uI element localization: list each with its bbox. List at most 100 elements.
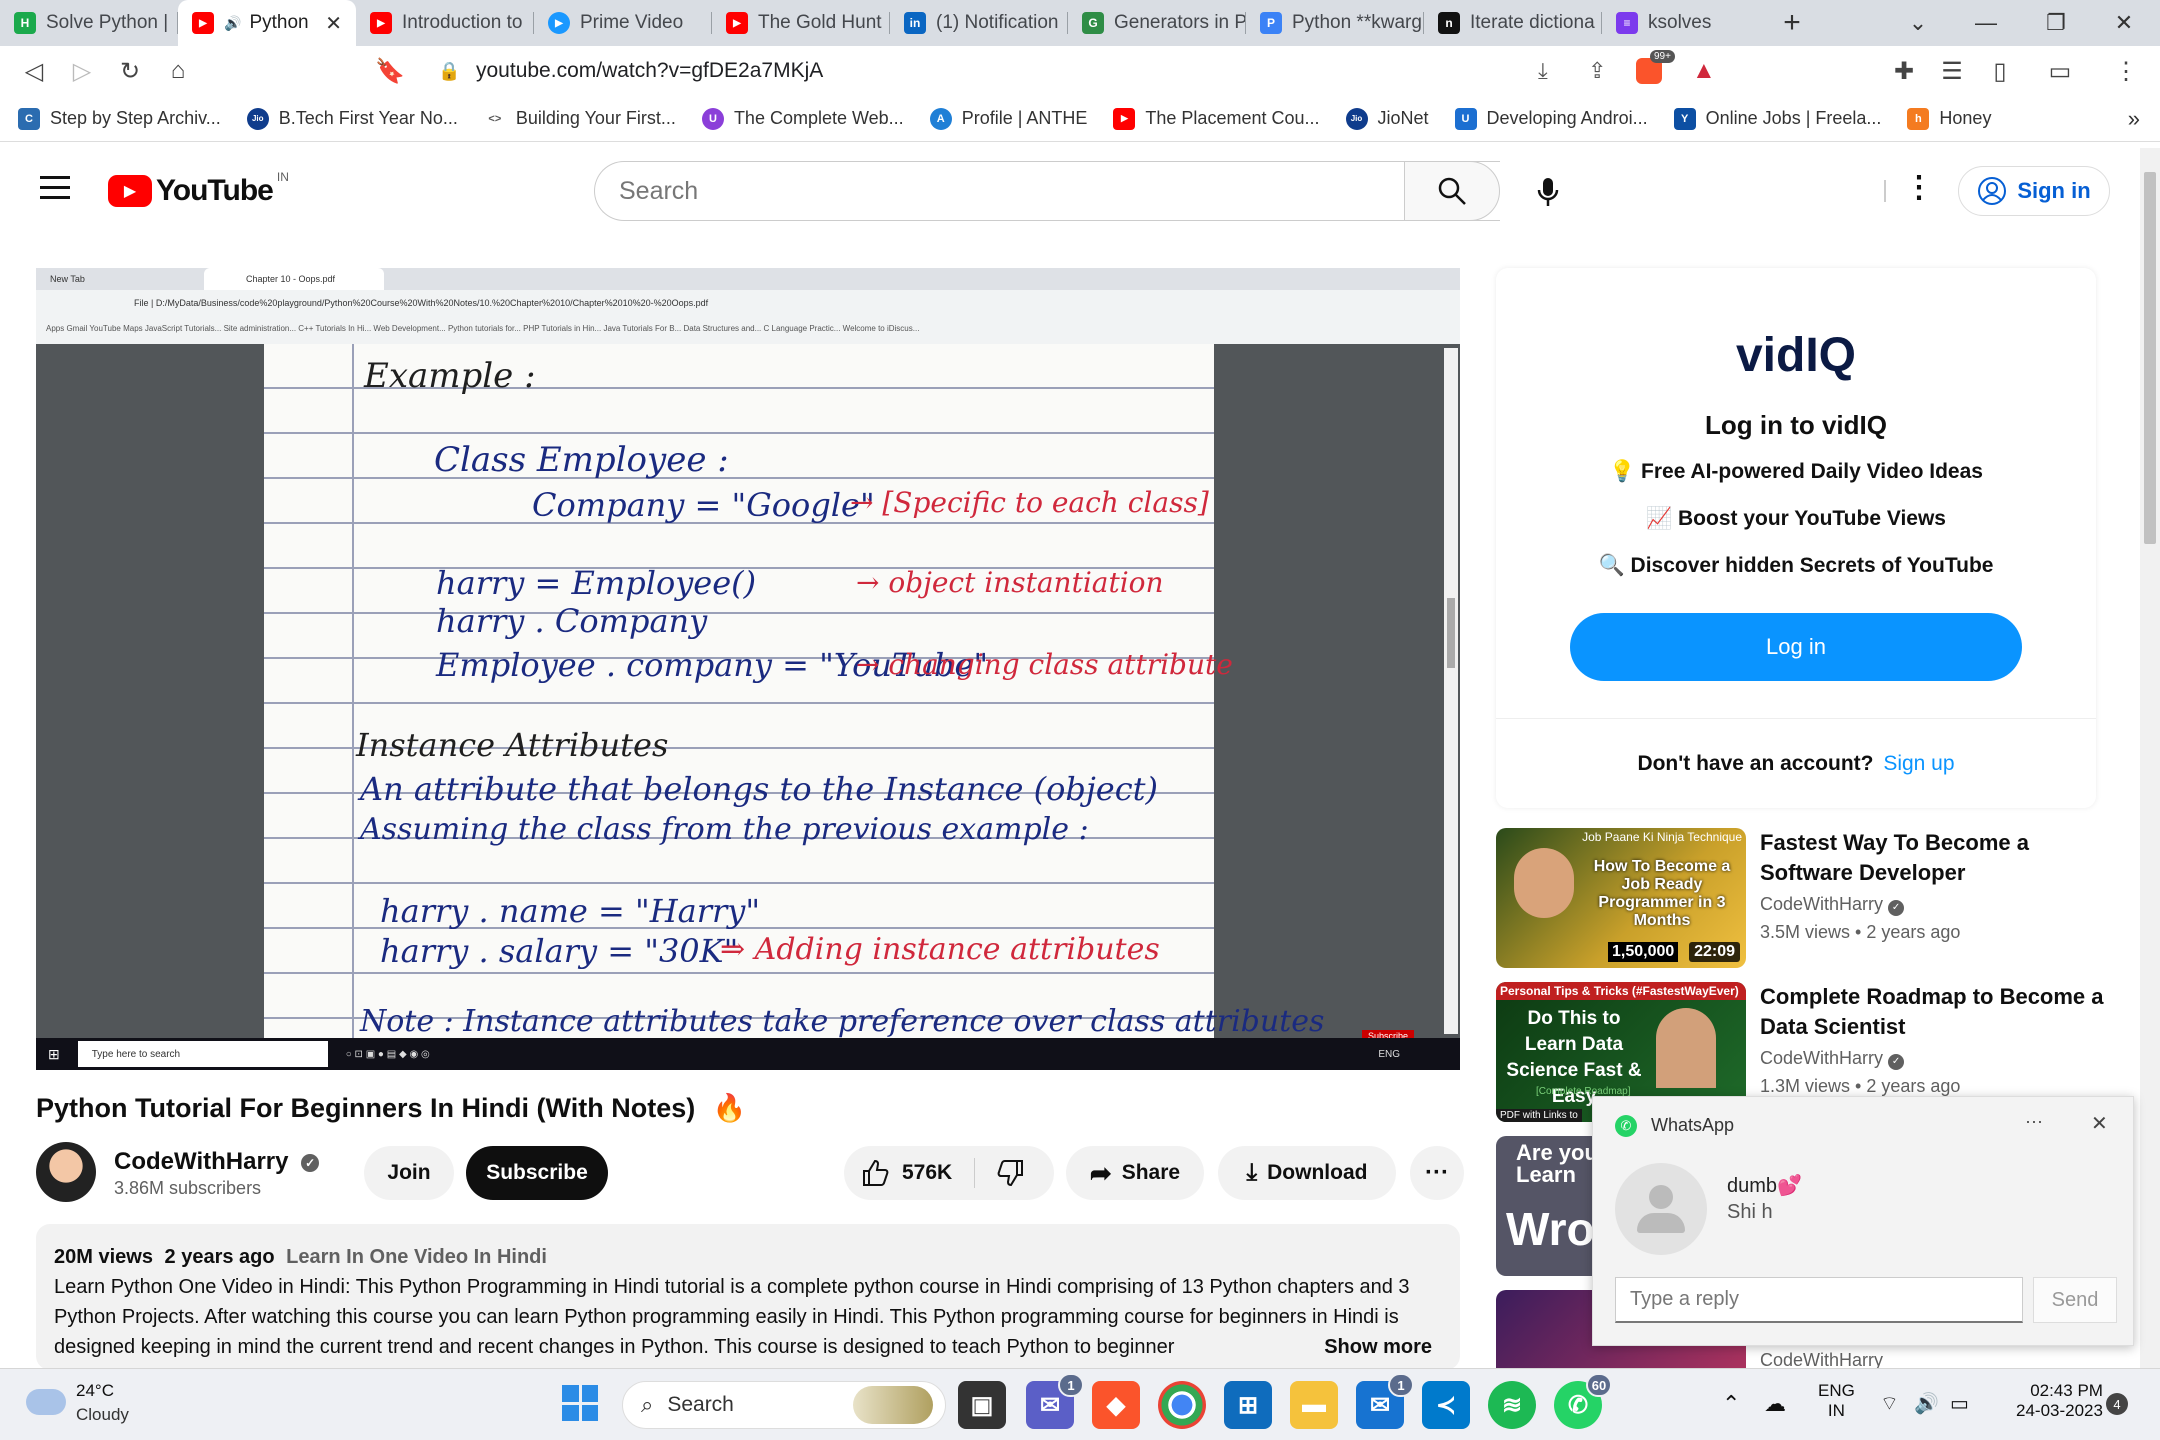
- tab-search-chevron-icon[interactable]: ⌄: [1888, 0, 1948, 46]
- task-view-icon[interactable]: ▣: [958, 1381, 1006, 1429]
- microsoft-store-icon[interactable]: ⊞: [1224, 1381, 1272, 1429]
- speaker-icon[interactable]: 🔊: [224, 15, 241, 32]
- extensions-icon[interactable]: ✚: [1880, 47, 1928, 95]
- bookmark-item[interactable]: Jio JioNet: [1345, 107, 1429, 130]
- tab-generators[interactable]: G Generators in P: [1068, 0, 1246, 46]
- back-icon[interactable]: ◁: [10, 47, 58, 95]
- sidebar-icon[interactable]: ▯: [1976, 47, 2024, 95]
- bookmark-item[interactable]: <> Building Your First...: [484, 108, 676, 130]
- onedrive-icon[interactable]: ☁: [1764, 1391, 1786, 1417]
- tab-introduction[interactable]: ▶ Introduction to: [356, 0, 534, 46]
- file-explorer-icon[interactable]: ▬: [1290, 1381, 1338, 1429]
- reply-input[interactable]: Type a reply: [1615, 1277, 2023, 1323]
- install-icon[interactable]: ⤓: [1538, 58, 1548, 84]
- bookmark-item[interactable]: Y Online Jobs | Freela...: [1673, 107, 1881, 130]
- volume-icon[interactable]: 🔊: [1914, 1391, 1939, 1416]
- notification-count[interactable]: 4: [2106, 1393, 2128, 1415]
- teams-chat-icon[interactable]: ✉ 1: [1026, 1373, 1084, 1429]
- system-tray-chevron-icon[interactable]: ⌃: [1722, 1391, 1740, 1417]
- bookmark-item[interactable]: ▶ The Placement Cou...: [1113, 107, 1320, 130]
- playlist-link[interactable]: Learn In One Video In Hindi: [286, 1246, 547, 1268]
- restore-icon[interactable]: ❐: [2026, 0, 2086, 46]
- recommendation-title[interactable]: Fastest Way To Become a Software Develop…: [1760, 828, 2120, 888]
- home-icon[interactable]: ⌂: [154, 47, 202, 95]
- taskbar-search[interactable]: ⌕ Search: [622, 1381, 946, 1429]
- menu-icon[interactable]: [40, 176, 70, 199]
- brave-browser-icon[interactable]: ◆: [1092, 1381, 1140, 1429]
- media-controls-icon[interactable]: ☰: [1928, 47, 1976, 95]
- wifi-icon[interactable]: ⌔: [1880, 1391, 1899, 1416]
- recommendation-item[interactable]: Job Paane Ki Ninja Technique How To Beco…: [1496, 828, 2136, 968]
- like-count[interactable]: 576K: [902, 1161, 952, 1185]
- search-input[interactable]: Search: [594, 161, 1500, 221]
- tab-notification[interactable]: in (1) Notification: [890, 0, 1068, 46]
- subscribe-button[interactable]: Subscribe: [466, 1146, 608, 1200]
- sign-up-link[interactable]: Sign up: [1883, 752, 1954, 775]
- new-tab-button[interactable]: +: [1762, 0, 1822, 46]
- language-indicator[interactable]: ENG IN: [1818, 1381, 1855, 1421]
- reload-icon[interactable]: ↻: [106, 47, 154, 95]
- clock[interactable]: 02:43 PM 24-03-2023: [2016, 1381, 2103, 1421]
- recommendation-channel[interactable]: CodeWithHarry ✓: [1760, 1048, 1905, 1070]
- close-tab-icon[interactable]: ✕: [325, 11, 342, 36]
- vscode-icon[interactable]: ≺: [1422, 1381, 1470, 1429]
- channel-name[interactable]: CodeWithHarry ✓: [114, 1148, 320, 1176]
- bookmark-item[interactable]: C Step by Step Archiv...: [18, 107, 221, 130]
- tab-prime-video[interactable]: ▶ Prime Video: [534, 0, 712, 46]
- brave-rewards-icon[interactable]: ▲: [1692, 57, 1716, 85]
- page-scrollbar[interactable]: [2140, 148, 2160, 1368]
- weather-condition[interactable]: Cloudy: [76, 1405, 129, 1425]
- download-button[interactable]: ⤓ Download: [1218, 1146, 1396, 1200]
- like-icon[interactable]: [860, 1158, 890, 1188]
- bookmark-item[interactable]: h Honey: [1907, 107, 1991, 130]
- bookmark-item[interactable]: U The Complete Web...: [701, 107, 904, 130]
- sign-in-button[interactable]: Sign in: [1958, 166, 2110, 216]
- wallet-icon[interactable]: ▭: [2036, 47, 2084, 95]
- battery-icon[interactable]: ▭: [1950, 1391, 1969, 1416]
- tab-python-kwargs[interactable]: P Python **kwarg: [1246, 0, 1424, 46]
- recommendation-channel[interactable]: CodeWithHarry ✓: [1760, 894, 1905, 916]
- dislike-icon[interactable]: [996, 1158, 1026, 1188]
- notification-options-icon[interactable]: ···: [2025, 1111, 2043, 1132]
- join-button[interactable]: Join: [364, 1146, 454, 1200]
- whatsapp-notification[interactable]: ✆ WhatsApp ··· ✕ dumb💕 Shi h Type a repl…: [1592, 1096, 2134, 1346]
- chrome-icon[interactable]: [1158, 1381, 1206, 1429]
- show-more-button[interactable]: Show more: [1318, 1332, 1432, 1362]
- share-button[interactable]: ➦ Share: [1066, 1146, 1204, 1200]
- tab-python-youtube[interactable]: ▶ 🔊 Python ✕: [178, 0, 356, 46]
- recommendation-channel[interactable]: CodeWithHarry: [1760, 1350, 1883, 1368]
- video-thumbnail[interactable]: Job Paane Ki Ninja Technique How To Beco…: [1496, 828, 1746, 968]
- tab-ksolves[interactable]: ≡ ksolves: [1602, 0, 1780, 46]
- whatsapp-taskbar-icon[interactable]: ✆ 60: [1554, 1373, 1612, 1429]
- bookmark-item[interactable]: A Profile | ANTHE: [929, 107, 1087, 130]
- tab-gold-hunt[interactable]: ▶ The Gold Hunt: [712, 0, 890, 46]
- mail-icon[interactable]: ✉ 1: [1356, 1373, 1414, 1429]
- settings-kebab-icon[interactable]: ⋮: [1904, 170, 1934, 205]
- browser-menu-icon[interactable]: ⋮: [2102, 47, 2150, 95]
- bookmarks-more-icon[interactable]: »: [2128, 106, 2140, 132]
- forward-icon[interactable]: ▷: [58, 47, 106, 95]
- channel-avatar[interactable]: [36, 1142, 96, 1202]
- close-window-icon[interactable]: ✕: [2094, 0, 2154, 46]
- address-bar[interactable]: 🔒 youtube.com/watch?v=gfDE2a7MKjA ⤓ ⇪ 99…: [430, 50, 1740, 90]
- recommendation-title[interactable]: Complete Roadmap to Become a Data Scient…: [1760, 982, 2120, 1042]
- bookmark-item[interactable]: U Developing Androi...: [1454, 107, 1648, 130]
- search-button[interactable]: [1404, 161, 1500, 221]
- send-button[interactable]: Send: [2033, 1277, 2117, 1323]
- share-icon[interactable]: ⇪: [1588, 58, 1606, 84]
- spotify-icon[interactable]: ≋: [1488, 1381, 1536, 1429]
- tab-solve-python[interactable]: H Solve Python |: [0, 0, 178, 46]
- vidiq-login-button[interactable]: Log in: [1570, 613, 2022, 681]
- url-text[interactable]: youtube.com/watch?v=gfDE2a7MKjA: [476, 59, 823, 83]
- weather-cloud-icon[interactable]: [26, 1389, 66, 1415]
- weather-temp[interactable]: 24°C: [76, 1381, 114, 1401]
- bookmark-icon[interactable]: 🔖: [366, 47, 414, 95]
- tab-iterate-dictionary[interactable]: n Iterate dictiona: [1424, 0, 1602, 46]
- video-description[interactable]: 20M views 2 years ago Learn In One Video…: [36, 1224, 1460, 1370]
- notification-close-icon[interactable]: ✕: [2091, 1111, 2108, 1136]
- bookmark-item[interactable]: Jio B.Tech First Year No...: [246, 107, 458, 130]
- video-player[interactable]: New Tab Chapter 10 - Oops.pdf File | D:/…: [36, 268, 1460, 1070]
- minimize-icon[interactable]: —: [1956, 0, 2016, 46]
- windows-start-icon[interactable]: [562, 1385, 598, 1421]
- youtube-logo[interactable]: ▶ YouTube IN: [108, 170, 289, 208]
